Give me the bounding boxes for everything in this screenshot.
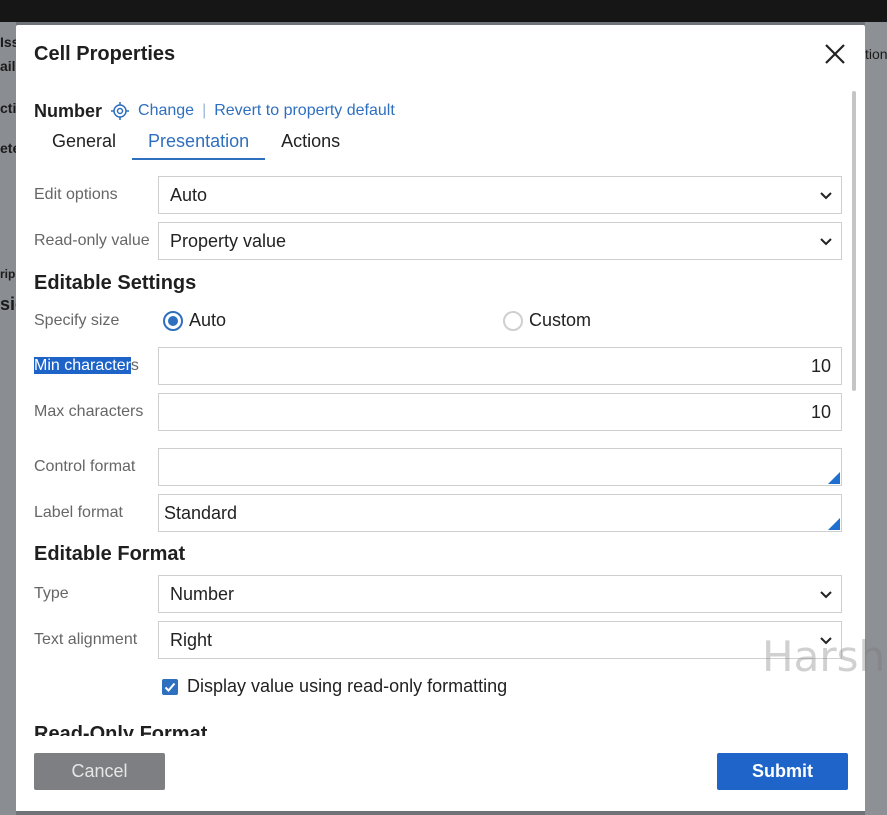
radio-auto-label: Auto [189, 310, 227, 330]
editable-settings-heading: Editable Settings [34, 272, 197, 294]
bg-fragment: ete [0, 140, 16, 156]
type-value: Number [170, 583, 235, 604]
readonly-value-value: Property value [170, 230, 287, 251]
bg-fragment: cti [0, 100, 16, 116]
text-alignment-label: Text alignment [34, 631, 138, 648]
picker-corner-icon[interactable] [828, 472, 840, 484]
edit-options-label: Edit options [34, 186, 118, 203]
link-separator: | [202, 102, 207, 119]
radio-custom-label: Custom [529, 310, 592, 330]
readonly-value-label: Read-only value [34, 232, 150, 249]
property-name: Number [34, 100, 103, 121]
top-bar [0, 0, 887, 22]
picker-corner-icon[interactable] [828, 518, 840, 530]
bg-fragment: Iss [0, 34, 16, 50]
dialog-title: Cell Properties [34, 43, 176, 65]
radio-auto[interactable]: Auto [163, 310, 226, 331]
display-readonly-formatting-label: Display value using read-only formatting [187, 676, 508, 696]
edit-options-select[interactable]: Auto [158, 176, 842, 214]
max-characters-label: Max characters [34, 403, 144, 420]
min-characters-value: 10 [810, 355, 831, 376]
tab-bar: General Presentation Actions [36, 125, 356, 160]
radio-custom[interactable]: Custom [503, 310, 591, 331]
readonly-format-heading: Read-Only Format [34, 723, 208, 736]
label-format-value: Standard [164, 502, 238, 523]
min-characters-label: Min characters [34, 357, 139, 375]
label-format-input[interactable]: Standard [158, 494, 842, 532]
chevron-down-icon [820, 238, 832, 246]
background-left-panel: Iss ail cti ete rip sic [0, 22, 16, 815]
bg-fragment: rip [0, 267, 16, 281]
control-format-input[interactable] [158, 448, 842, 486]
selected-text: Min character [34, 357, 131, 374]
editable-format-heading: Editable Format [34, 543, 186, 565]
max-characters-value: 10 [810, 401, 831, 422]
type-label: Type [34, 585, 69, 602]
text-alignment-value: Right [170, 629, 213, 650]
radio-circle [503, 310, 523, 331]
cell-properties-dialog: Cell Properties Number Change | Revert t… [16, 25, 865, 811]
scrollbar[interactable] [852, 91, 856, 391]
chevron-down-icon [820, 192, 832, 200]
background-right-panel: tion [865, 22, 887, 815]
edit-options-value: Auto [170, 184, 208, 205]
max-characters-input[interactable]: 10 [158, 393, 842, 431]
specify-size-label: Specify size [34, 312, 120, 329]
property-selector: Number Change | Revert to property defau… [34, 99, 395, 123]
tab-general[interactable]: General [36, 125, 132, 160]
submit-button[interactable]: Submit [717, 753, 848, 790]
cancel-button[interactable]: Cancel [34, 753, 165, 790]
checkbox-checked-icon [162, 678, 178, 695]
control-format-label: Control format [34, 458, 136, 475]
bg-fragment: sic [0, 294, 16, 314]
display-readonly-formatting-checkbox[interactable]: Display value using read-only formatting [162, 676, 507, 697]
type-select[interactable]: Number [158, 575, 842, 613]
revert-link[interactable]: Revert to property default [214, 102, 395, 120]
radio-circle [163, 310, 183, 331]
min-characters-input[interactable]: 10 [158, 347, 842, 385]
label-rest: s [130, 357, 139, 374]
tab-actions[interactable]: Actions [265, 125, 356, 160]
dialog-footer: Cancel Submit [16, 738, 865, 811]
readonly-value-select[interactable]: Property value [158, 222, 842, 260]
change-link[interactable]: Change [138, 102, 194, 120]
target-icon[interactable] [110, 101, 130, 121]
text-alignment-select[interactable]: Right [158, 621, 842, 659]
tab-presentation[interactable]: Presentation [132, 125, 266, 160]
chevron-down-icon [820, 591, 832, 599]
bg-fragment: tion [865, 46, 887, 62]
close-icon [825, 44, 845, 64]
label-format-label: Label format [34, 504, 123, 521]
close-button[interactable] [822, 41, 848, 67]
watermark: Harsh [762, 632, 886, 681]
bg-fragment: ail [0, 58, 16, 74]
